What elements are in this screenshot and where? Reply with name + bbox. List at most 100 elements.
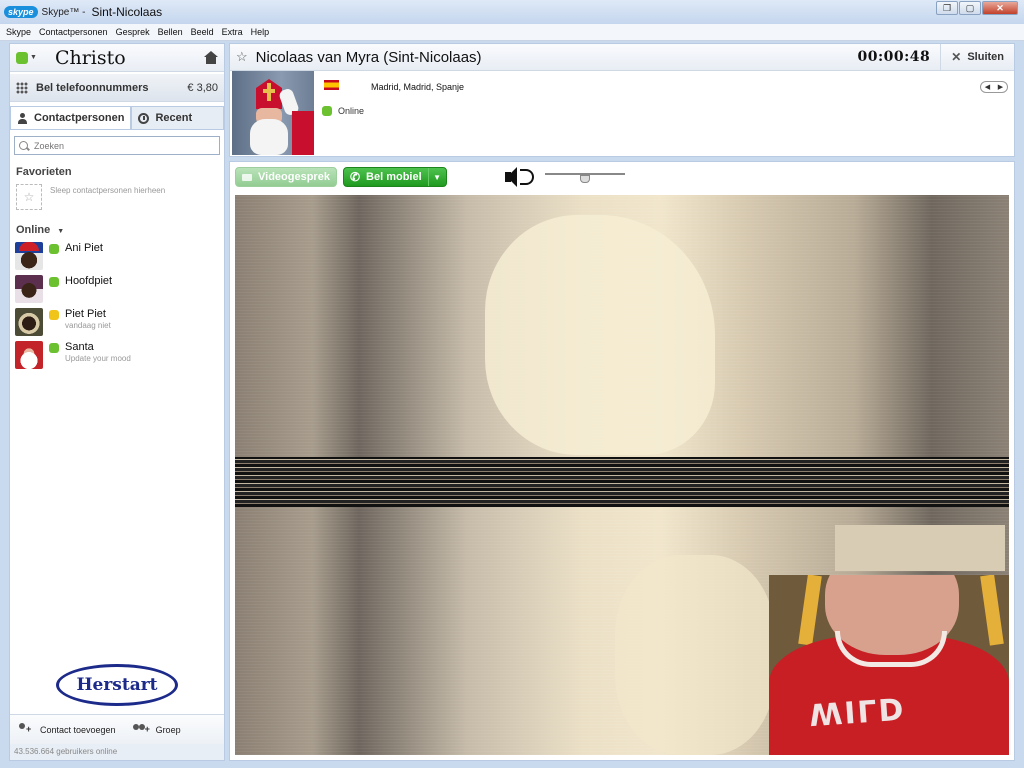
arrow-right-icon[interactable]: ▶ bbox=[998, 83, 1003, 91]
speaker-icon[interactable] bbox=[503, 165, 535, 189]
tab-recent[interactable]: Recent bbox=[131, 106, 224, 129]
online-status-icon bbox=[322, 106, 332, 116]
online-group-label: Online bbox=[16, 224, 51, 236]
spain-flag-icon bbox=[324, 80, 339, 90]
star-icon[interactable]: ☆ bbox=[236, 49, 248, 65]
tab-contacts[interactable]: Contactpersonen bbox=[10, 106, 132, 129]
contact-location: Madrid, Madrid, Spanje bbox=[371, 82, 465, 92]
user-bar: ▼ Christo bbox=[10, 44, 224, 72]
group-button[interactable]: Groep bbox=[132, 723, 181, 737]
call-timer: 00:00:48 bbox=[857, 49, 931, 65]
online-status-icon bbox=[49, 277, 59, 287]
phone-icon: ✆ bbox=[349, 170, 361, 184]
window-title: Sint-Nicolaas bbox=[91, 5, 163, 19]
chevron-down-icon[interactable]: ▼ bbox=[30, 54, 37, 61]
contact-name: Santa bbox=[65, 341, 94, 353]
menu-bar: Skype Contactpersonen Gesprek Bellen Bee… bbox=[0, 24, 1024, 41]
restart-button[interactable]: Herstart bbox=[56, 664, 178, 706]
chair-shape bbox=[980, 575, 1004, 646]
conversation-title-bar: ☆ Nicolaas van Myra (Sint-Nicolaas) 00:0… bbox=[230, 43, 1014, 71]
video-call-label: Videogesprek bbox=[258, 171, 330, 183]
menu-view[interactable]: Beeld bbox=[191, 27, 214, 37]
favorites-hint: Sleep contactpersonen hierheen bbox=[50, 186, 166, 195]
contact-status-label: Online bbox=[338, 106, 365, 116]
profile-area: Madrid, Madrid, Spanje Online ◀ ▶ bbox=[230, 71, 1014, 157]
contact-online-status: Online bbox=[322, 106, 364, 116]
arrow-left-icon[interactable]: ◀ bbox=[985, 83, 990, 91]
away-status-icon bbox=[49, 310, 59, 320]
contact-mood: vandaag niet bbox=[65, 321, 111, 330]
contact-item[interactable]: Piet Piet vandaag niet bbox=[10, 308, 224, 341]
self-video-preview: WILD bbox=[769, 575, 1009, 755]
contact-name: Piet Piet bbox=[65, 308, 106, 320]
maximize-button[interactable]: ▢ bbox=[959, 1, 981, 15]
camera-icon bbox=[242, 173, 252, 181]
close-window-button[interactable]: ✕ bbox=[982, 1, 1018, 15]
video-call-button[interactable]: Videogesprek bbox=[235, 167, 337, 187]
menu-contacts[interactable]: Contactpersonen bbox=[39, 27, 108, 37]
conversation-title: Nicolaas van Myra (Sint-Nicolaas) bbox=[255, 48, 482, 66]
close-label: Sluiten bbox=[967, 51, 1004, 63]
user-name[interactable]: Christo bbox=[55, 47, 204, 69]
contact-name: Ani Piet bbox=[65, 242, 103, 254]
app-title: Skype™ - bbox=[41, 6, 86, 18]
avatar bbox=[15, 308, 43, 336]
call-mobile-label: Bel mobiel bbox=[366, 171, 422, 183]
close-conversation-button[interactable]: ✕ Sluiten bbox=[940, 43, 1014, 71]
tab-contacts-label: Contactpersonen bbox=[34, 112, 125, 124]
contact-tabs: Contactpersonen Recent bbox=[10, 106, 224, 130]
profile-nav-arrows[interactable]: ◀ ▶ bbox=[980, 81, 1008, 93]
video-shape bbox=[485, 215, 715, 455]
video-glitch-band bbox=[235, 457, 1009, 507]
contact-item[interactable]: Santa Update your mood bbox=[10, 341, 224, 374]
menu-conversation[interactable]: Gesprek bbox=[116, 27, 150, 37]
video-panel: Videogesprek ✆ Bel mobiel ▼ WILD bbox=[229, 161, 1015, 761]
contacts-panel: ▼ Christo Bel telefoonnummers € 3,80 Con… bbox=[9, 43, 225, 761]
chevron-down-icon: ▼ bbox=[57, 228, 65, 235]
favorites-title: Favorieten bbox=[16, 166, 72, 178]
search-input[interactable] bbox=[34, 140, 214, 151]
dialpad-icon bbox=[16, 81, 28, 94]
contact-mood: Update your mood bbox=[65, 354, 131, 363]
menu-extra[interactable]: Extra bbox=[222, 27, 243, 37]
remote-video: WILD bbox=[235, 195, 1009, 755]
star-icon: ☆ bbox=[16, 184, 42, 210]
group-icon bbox=[132, 723, 150, 737]
call-phones-label: Bel telefoonnummers bbox=[36, 81, 149, 94]
add-contact-button[interactable]: Contact toevoegen bbox=[16, 722, 116, 737]
contact-name: Hoofdpiet bbox=[65, 275, 113, 287]
status-icon[interactable] bbox=[16, 51, 28, 64]
search-box bbox=[14, 136, 220, 155]
chair-shape bbox=[798, 575, 822, 646]
avatar bbox=[15, 341, 43, 369]
volume-slider[interactable] bbox=[544, 169, 625, 185]
contact-item[interactable]: Ani Piet bbox=[10, 242, 224, 275]
avatar bbox=[15, 242, 43, 270]
contact-item[interactable]: Hoofdpiet bbox=[10, 275, 224, 308]
add-contact-icon bbox=[16, 722, 32, 737]
call-toolbar: Videogesprek ✆ Bel mobiel ▼ bbox=[230, 162, 1014, 192]
call-phones-button[interactable]: Bel telefoonnummers € 3,80 bbox=[10, 74, 224, 102]
shirt-print: WILD bbox=[807, 689, 907, 732]
add-contact-label: Contact toevoegen bbox=[40, 724, 116, 735]
clock-icon bbox=[138, 112, 150, 124]
video-shape bbox=[615, 555, 775, 755]
menu-skype[interactable]: Skype bbox=[6, 27, 31, 37]
online-status-icon bbox=[49, 244, 59, 254]
online-group-header[interactable]: Online ▼ bbox=[10, 210, 224, 242]
home-icon[interactable] bbox=[204, 51, 218, 64]
call-mobile-button[interactable]: ✆ Bel mobiel ▼ bbox=[342, 167, 447, 187]
restore-button[interactable]: ❐ bbox=[936, 1, 958, 15]
person-icon bbox=[17, 112, 28, 124]
title-bar: skype Skype™ - Sint-Nicolaas ❐ ▢ ✕ bbox=[0, 0, 1024, 24]
menu-call[interactable]: Bellen bbox=[158, 27, 183, 37]
window-controls: ❐ ▢ ✕ bbox=[935, 1, 1018, 15]
chevron-down-icon[interactable]: ▼ bbox=[427, 168, 446, 186]
video-shape bbox=[835, 525, 1005, 571]
left-footer: Contact toevoegen Groep bbox=[10, 714, 224, 744]
menu-help[interactable]: Help bbox=[251, 27, 270, 37]
profile-picture bbox=[232, 71, 314, 155]
volume-thumb[interactable] bbox=[579, 175, 590, 183]
favorites-dropzone[interactable]: ☆ Sleep contactpersonen hierheen bbox=[16, 184, 224, 210]
search-icon bbox=[19, 141, 28, 150]
